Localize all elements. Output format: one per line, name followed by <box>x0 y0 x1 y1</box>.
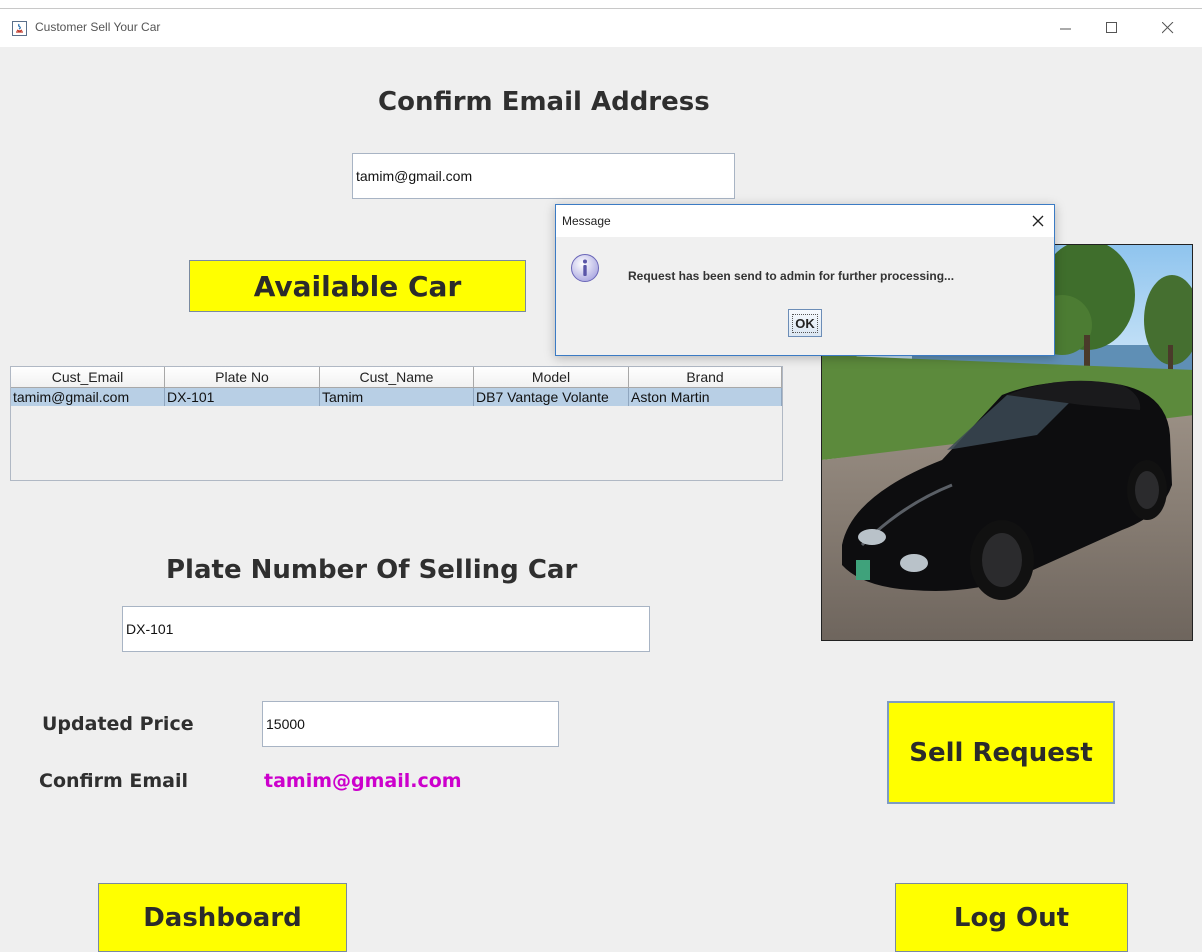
table-cell: tamim@gmail.com <box>11 388 165 406</box>
maximize-icon <box>1106 22 1117 33</box>
column-header-model[interactable]: Model <box>474 367 629 388</box>
sell-request-label: Sell Request <box>909 737 1093 768</box>
table-cell: DX-101 <box>165 388 320 406</box>
dialog-title: Message <box>562 214 611 228</box>
dialog-message: Request has been send to admin for furth… <box>628 269 955 283</box>
window-title: Customer Sell Your Car <box>35 20 161 34</box>
dashboard-button[interactable]: Dashboard <box>98 883 347 952</box>
available-car-button[interactable]: Available Car <box>189 260 526 312</box>
ok-button[interactable]: OK <box>788 309 822 337</box>
app-window: Customer Sell Your Car Confirm Email Add… <box>0 8 1202 952</box>
updated-price-label: Updated Price <box>42 713 194 735</box>
confirm-email-heading: Confirm Email Address <box>378 87 710 117</box>
minimize-button[interactable] <box>1048 15 1084 41</box>
table-cell: Aston Martin <box>629 388 782 406</box>
dashboard-label: Dashboard <box>143 902 302 933</box>
close-button[interactable] <box>1150 15 1186 41</box>
dialog-close-icon[interactable] <box>1030 213 1046 229</box>
ok-label: OK <box>792 313 818 333</box>
table-header: Cust_Email Plate No Cust_Name Model Bran… <box>11 367 782 388</box>
minimize-icon <box>1060 28 1071 30</box>
available-car-label: Available Car <box>253 269 462 303</box>
confirm-email-label: Confirm Email <box>39 770 189 792</box>
plate-number-field[interactable]: DX-101 <box>122 606 650 652</box>
dialog-title-bar: Message <box>556 205 1054 237</box>
updated-price-field[interactable]: 15000 <box>262 701 559 747</box>
maximize-button[interactable] <box>1094 15 1130 41</box>
column-header-cust-name[interactable]: Cust_Name <box>320 367 474 388</box>
info-icon <box>571 254 599 282</box>
column-header-brand[interactable]: Brand <box>629 367 782 388</box>
column-header-cust-email[interactable]: Cust_Email <box>11 367 165 388</box>
log-out-button[interactable]: Log Out <box>895 883 1128 952</box>
java-app-icon <box>12 21 27 36</box>
car-table[interactable]: Cust_Email Plate No Cust_Name Model Bran… <box>10 366 783 481</box>
column-header-plate-no[interactable]: Plate No <box>165 367 320 388</box>
log-out-label: Log Out <box>953 902 1070 933</box>
title-bar: Customer Sell Your Car <box>0 9 1202 47</box>
message-dialog: Message Request has been send to admin f… <box>555 204 1055 356</box>
sell-request-button[interactable]: Sell Request <box>887 701 1115 804</box>
table-cell: Tamim <box>320 388 474 406</box>
table-cell: DB7 Vantage Volante <box>474 388 629 406</box>
confirm-email-value: tamim@gmail.com <box>264 770 462 792</box>
close-icon <box>1162 22 1174 34</box>
table-row[interactable]: tamim@gmail.com DX-101 Tamim DB7 Vantage… <box>11 388 782 406</box>
email-field[interactable]: tamim@gmail.com <box>352 153 735 199</box>
plate-number-heading: Plate Number Of Selling Car <box>166 555 578 585</box>
